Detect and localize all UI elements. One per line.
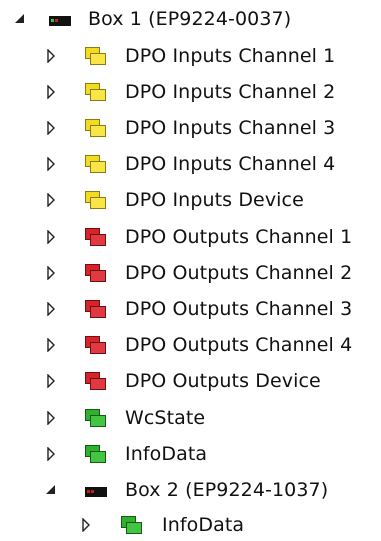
tree-item-label: InfoData (162, 514, 245, 536)
tree-item-wcstate[interactable]: WcState (0, 403, 381, 433)
tree-item-dpo-inputs-channel-3[interactable]: DPO Inputs Channel 3 (0, 113, 381, 143)
tree-item-box2-infodata[interactable]: InfoData (0, 510, 381, 540)
collapsed-arrow-icon[interactable] (44, 157, 58, 171)
tree-item-dpo-outputs-channel-1[interactable]: DPO Outputs Channel 1 (0, 222, 381, 252)
state-icon (120, 514, 144, 536)
tree-item-label: DPO Inputs Device (125, 189, 304, 211)
tree-item-label: DPO Outputs Device (125, 370, 321, 392)
tree-item-dpo-inputs-channel-1[interactable]: DPO Inputs Channel 1 (0, 41, 381, 71)
collapsed-arrow-icon[interactable] (44, 411, 58, 425)
expanded-arrow-icon[interactable] (44, 483, 58, 497)
tree-item-label: DPO Outputs Channel 4 (125, 334, 353, 356)
collapsed-arrow-icon[interactable] (44, 374, 58, 388)
tree-item-label: DPO Outputs Channel 1 (125, 226, 353, 248)
collapsed-arrow-icon[interactable] (44, 266, 58, 280)
input-icon (84, 189, 108, 211)
collapsed-arrow-icon[interactable] (44, 447, 58, 461)
tree-item-dpo-inputs-device[interactable]: DPO Inputs Device (0, 185, 381, 215)
input-icon (84, 117, 108, 139)
collapsed-arrow-icon[interactable] (44, 85, 58, 99)
input-icon (84, 45, 108, 67)
tree-item-dpo-outputs-device[interactable]: DPO Outputs Device (0, 366, 381, 396)
collapsed-arrow-icon[interactable] (44, 193, 58, 207)
tree-item-box2[interactable]: Box 2 (EP9224-1037) (0, 475, 381, 505)
tree-item-label: Box 1 (EP9224-0037) (88, 8, 292, 30)
collapsed-arrow-icon[interactable] (44, 302, 58, 316)
tree-item-label: DPO Inputs Channel 3 (125, 117, 336, 139)
tree-item-label: InfoData (125, 443, 208, 465)
state-icon (84, 443, 108, 465)
output-icon (84, 262, 108, 284)
tree-item-infodata[interactable]: InfoData (0, 439, 381, 469)
tree-item-label: Box 2 (EP9224-1037) (125, 479, 329, 501)
input-icon (84, 153, 108, 175)
expanded-arrow-icon[interactable] (13, 12, 27, 26)
tree-item-label: DPO Inputs Channel 2 (125, 81, 336, 103)
tree-item-dpo-outputs-channel-3[interactable]: DPO Outputs Channel 3 (0, 294, 381, 324)
tree-item-label: WcState (125, 407, 206, 429)
state-icon (84, 407, 108, 429)
tree-item-box1[interactable]: Box 1 (EP9224-0037) (0, 4, 381, 34)
collapsed-arrow-icon[interactable] (44, 338, 58, 352)
collapsed-arrow-icon[interactable] (44, 121, 58, 135)
tree-item-dpo-inputs-channel-2[interactable]: DPO Inputs Channel 2 (0, 77, 381, 107)
output-icon (84, 334, 108, 356)
tree-item-label: DPO Outputs Channel 2 (125, 262, 353, 284)
output-icon (84, 298, 108, 320)
tree-item-dpo-outputs-channel-2[interactable]: DPO Outputs Channel 2 (0, 258, 381, 288)
collapsed-arrow-icon[interactable] (79, 518, 93, 532)
box-device-icon (84, 479, 108, 501)
output-icon (84, 226, 108, 248)
collapsed-arrow-icon[interactable] (44, 230, 58, 244)
output-icon (84, 370, 108, 392)
tree-item-dpo-outputs-channel-4[interactable]: DPO Outputs Channel 4 (0, 330, 381, 360)
tree-item-label: DPO Inputs Channel 1 (125, 45, 336, 67)
collapsed-arrow-icon[interactable] (44, 49, 58, 63)
input-icon (84, 81, 108, 103)
tree-item-label: DPO Outputs Channel 3 (125, 298, 353, 320)
device-tree: Box 1 (EP9224-0037) DPO Inputs Channel 1… (0, 0, 381, 538)
tree-item-label: DPO Inputs Channel 4 (125, 153, 336, 175)
tree-item-dpo-inputs-channel-4[interactable]: DPO Inputs Channel 4 (0, 149, 381, 179)
box-device-icon (48, 8, 72, 30)
